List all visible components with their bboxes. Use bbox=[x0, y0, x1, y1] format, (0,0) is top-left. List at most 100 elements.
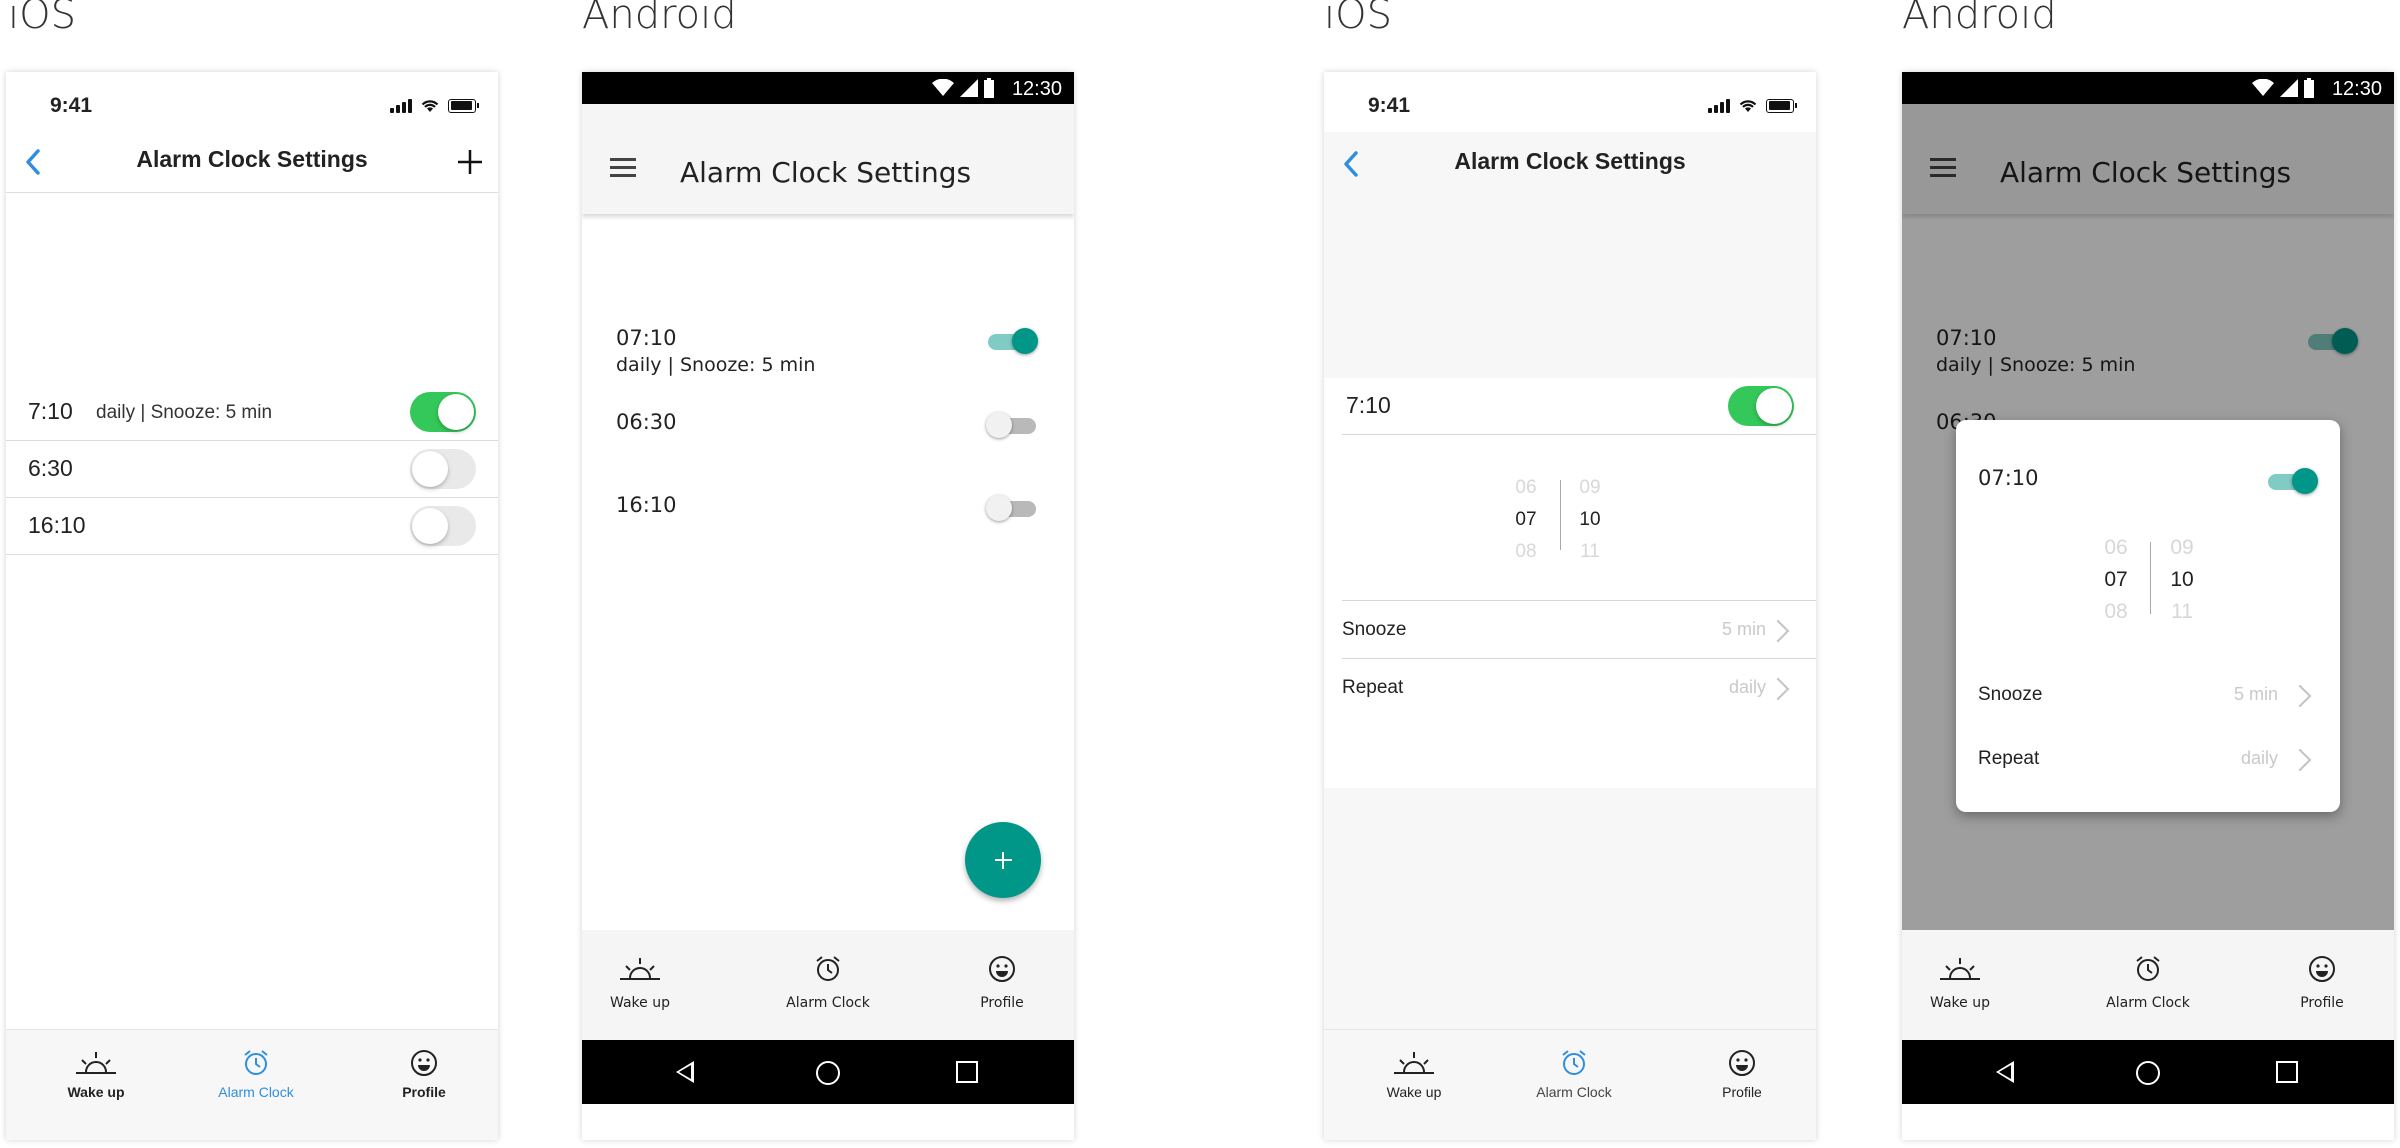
tab-profile[interactable]: Profile bbox=[932, 954, 1072, 1011]
nav-recents-icon[interactable] bbox=[2276, 1061, 2298, 1083]
picker-value: 11 bbox=[1580, 541, 1600, 562]
alarm-time: 06:30 bbox=[616, 410, 677, 434]
setting-value: 5 min bbox=[2233, 684, 2278, 704]
sunrise-icon bbox=[76, 1052, 116, 1074]
alarm-clock-icon bbox=[1562, 1050, 1586, 1075]
sunrise-icon bbox=[620, 958, 660, 980]
status-time: 12:30 bbox=[1011, 78, 1062, 100]
picker-value: 09 bbox=[2170, 536, 2194, 559]
alarm-toggle[interactable] bbox=[986, 326, 1038, 356]
setting-label: Repeat bbox=[1978, 748, 2040, 769]
alarm-toggle[interactable] bbox=[986, 410, 1038, 440]
tab-profile[interactable]: Profile bbox=[2252, 954, 2392, 1011]
app-bar: Alarm Clock Settings bbox=[582, 104, 1074, 214]
tab-wake-up[interactable]: Wake up bbox=[26, 1048, 166, 1100]
alarm-toggle[interactable] bbox=[410, 449, 476, 489]
status-bar: 12:30 bbox=[1902, 72, 2394, 104]
status-bar: 9:41 bbox=[6, 72, 498, 132]
tab-label: Wake up bbox=[1930, 995, 1990, 1011]
tab-wake-up[interactable]: Wake up bbox=[1344, 1048, 1484, 1100]
tab-profile[interactable]: Profile bbox=[1672, 1048, 1812, 1100]
bottom-navigation: Wake up Alarm Clock Profile bbox=[582, 930, 1074, 1044]
battery-icon bbox=[1766, 98, 1797, 113]
snooze-setting[interactable]: Snooze 5 min bbox=[1342, 600, 1816, 659]
page-title: Alarm Clock Settings bbox=[136, 146, 368, 172]
add-alarm-fab[interactable] bbox=[965, 822, 1041, 898]
tab-alarm-clock[interactable]: Alarm Clock bbox=[758, 954, 898, 1011]
status-bar: 9:41 bbox=[1324, 72, 1816, 132]
battery-icon bbox=[984, 78, 994, 98]
add-alarm-icon[interactable] bbox=[454, 146, 486, 178]
signal-icon bbox=[2280, 79, 2298, 97]
battery-icon bbox=[2304, 78, 2314, 98]
picker-value-selected: 07 bbox=[1515, 509, 1537, 530]
nav-home-icon[interactable] bbox=[2136, 1061, 2160, 1085]
nav-recents-icon[interactable] bbox=[956, 1061, 978, 1083]
signal-icon bbox=[960, 79, 978, 97]
setting-label: Snooze bbox=[1342, 619, 1407, 640]
alarm-dialog: 07:10 06 07 08 09 10 11 Snooze 5 min Rep… bbox=[1956, 420, 2340, 812]
alarm-row[interactable]: 6:30 bbox=[6, 441, 498, 498]
setting-label: Repeat bbox=[1342, 677, 1404, 698]
snooze-setting[interactable]: Snooze 5 min bbox=[1978, 676, 2318, 716]
alarm-toggle[interactable] bbox=[986, 493, 1038, 523]
setting-value: 5 min bbox=[1721, 619, 1766, 639]
alarm-toggle[interactable] bbox=[2266, 466, 2318, 496]
hour-wheel[interactable]: 06 07 08 bbox=[1506, 472, 1546, 568]
tab-wake-up[interactable]: Wake up bbox=[1902, 954, 2030, 1011]
sunrise-icon bbox=[1394, 1052, 1434, 1074]
time-picker[interactable]: 06 07 08 09 10 11 bbox=[1506, 472, 1646, 572]
nav-back-icon[interactable] bbox=[1996, 1061, 2014, 1083]
setting-value: daily bbox=[2240, 748, 2278, 768]
repeat-setting[interactable]: Repeat daily bbox=[1978, 740, 2318, 780]
alarm-time: 16:10 bbox=[616, 493, 677, 517]
battery-icon bbox=[448, 98, 479, 113]
picker-value-selected: 10 bbox=[2170, 568, 2194, 591]
alarm-toggle[interactable] bbox=[410, 392, 476, 432]
menu-icon[interactable] bbox=[610, 158, 636, 182]
system-navigation-bar bbox=[1902, 1040, 2394, 1104]
tab-alarm-clock[interactable]: Alarm Clock bbox=[1504, 1048, 1644, 1100]
alarm-toggle[interactable] bbox=[410, 506, 476, 546]
alarm-time: 7:10 bbox=[28, 398, 73, 424]
android-alarm-list-screen: 12:30 Alarm Clock Settings 07:10 daily |… bbox=[582, 72, 1074, 1140]
tab-alarm-clock[interactable]: Alarm Clock bbox=[186, 1048, 326, 1100]
chevron-right-icon bbox=[1766, 677, 1790, 701]
platform-label-ios-2: iOS bbox=[1324, 0, 1392, 38]
hour-wheel[interactable]: 06 07 08 bbox=[2096, 532, 2136, 628]
alarm-toggle[interactable] bbox=[1728, 386, 1794, 426]
minute-wheel[interactable]: 09 10 11 bbox=[1570, 472, 1610, 568]
status-time: 9:41 bbox=[1368, 94, 1411, 117]
signal-icon bbox=[1708, 98, 1730, 113]
page-title: Alarm Clock Settings bbox=[680, 156, 972, 189]
repeat-setting[interactable]: Repeat daily bbox=[1342, 658, 1816, 717]
android-alarm-dialog-screen: 12:30 Alarm Clock Settings 07:10 daily |… bbox=[1902, 72, 2394, 1140]
picker-value: 11 bbox=[2171, 600, 2193, 623]
smiley-icon bbox=[989, 956, 1015, 982]
tab-profile[interactable]: Profile bbox=[354, 1048, 494, 1100]
alarm-detail: daily | Snooze: 5 min bbox=[616, 354, 816, 376]
platform-label-ios-1: iOS bbox=[8, 0, 76, 38]
tab-label: Profile bbox=[402, 1084, 446, 1100]
alarm-clock-icon bbox=[816, 956, 840, 981]
tab-alarm-clock[interactable]: Alarm Clock bbox=[2078, 954, 2218, 1011]
tab-bar: Wake up Alarm Clock Profile bbox=[1324, 1029, 1816, 1140]
status-bar: 12:30 bbox=[582, 72, 1074, 104]
tab-label: Alarm Clock bbox=[218, 1084, 294, 1100]
setting-label: Snooze bbox=[1978, 684, 2043, 705]
time-picker[interactable]: 06 07 08 09 10 11 bbox=[2096, 532, 2236, 632]
alarm-row: 7:10 bbox=[1342, 378, 1816, 435]
nav-back-icon[interactable] bbox=[676, 1061, 694, 1083]
smiley-icon bbox=[1729, 1050, 1755, 1076]
picker-value: 08 bbox=[2104, 600, 2128, 623]
picker-value: 09 bbox=[1579, 477, 1601, 498]
tab-wake-up[interactable]: Wake up bbox=[582, 954, 710, 1011]
minute-wheel[interactable]: 09 10 11 bbox=[2162, 532, 2202, 628]
alarm-time: 6:30 bbox=[28, 455, 73, 481]
alarm-row[interactable]: 16:10 bbox=[6, 498, 498, 555]
nav-home-icon[interactable] bbox=[816, 1061, 840, 1085]
alarm-clock-icon bbox=[244, 1050, 268, 1075]
alarm-row[interactable]: 7:10 daily | Snooze: 5 min bbox=[6, 384, 498, 441]
setting-value: daily bbox=[1728, 677, 1766, 697]
wifi-icon bbox=[421, 100, 439, 112]
